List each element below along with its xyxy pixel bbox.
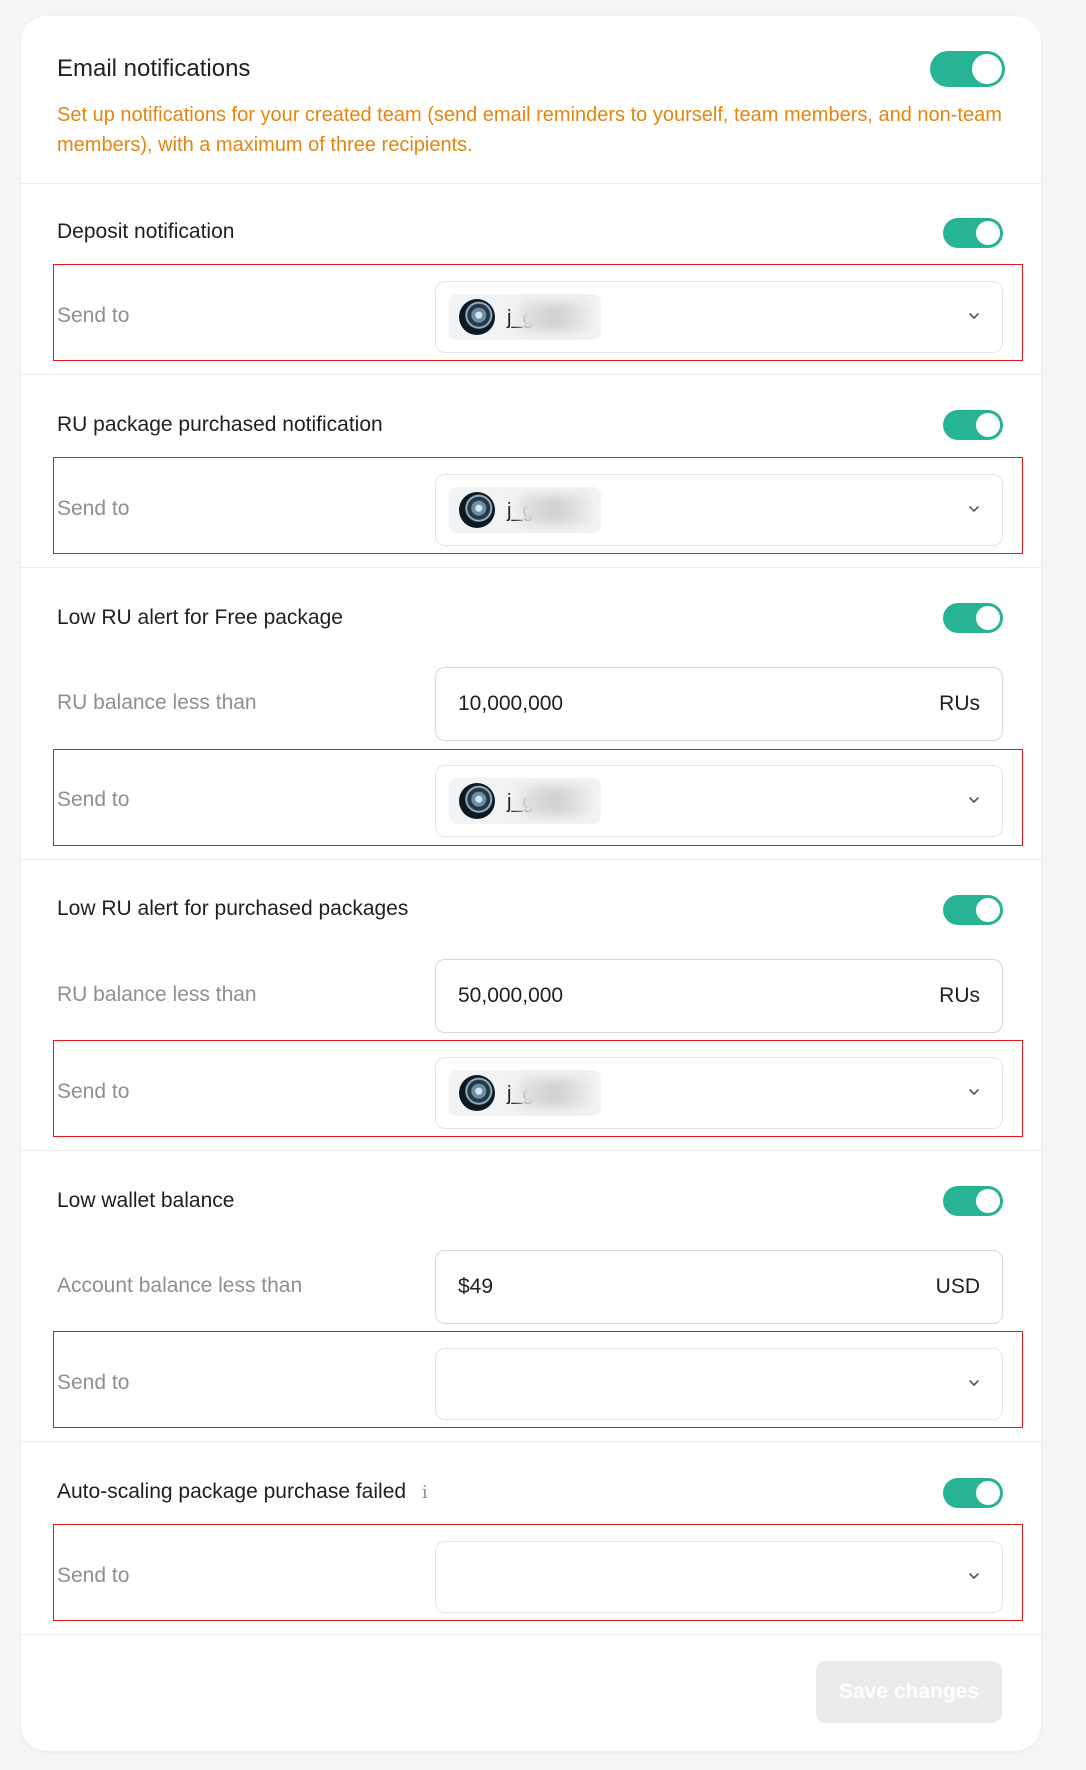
info-icon[interactable]: i [422,1482,428,1503]
deposit-recipient-select[interactable]: j_g [435,281,1003,353]
auto-scaling-failed-label: Auto-scaling package purchase failed [57,1480,407,1503]
unit-label: RUs [939,984,980,1007]
low-ru-free-toggle[interactable] [943,603,1003,633]
ru-package-purchased-toggle[interactable] [943,410,1003,440]
low-ru-free-recipient-select[interactable]: j_g [435,765,1003,837]
notifications-card: Email notifications Set up notifications… [21,16,1041,1751]
unit-label: USD [935,1275,980,1298]
divider [21,1150,1041,1151]
divider [21,859,1041,860]
send-to-label: Send to [57,1371,130,1394]
divider [21,567,1041,568]
low-wallet-balance-title: Low wallet balance [57,1189,235,1212]
email-notifications-toggle[interactable] [930,51,1005,87]
toggle-knob [976,221,1000,245]
low-ru-purchased-recipient-select[interactable]: j_g [435,1057,1003,1129]
send-to-label: Send to [57,304,130,327]
redacted-blur [519,1078,591,1108]
low-wallet-recipient-select[interactable] [435,1348,1003,1420]
send-to-label: Send to [57,497,130,520]
toggle-knob [976,898,1000,922]
recipient-chip: j_g [449,778,601,824]
ru-balance-label: RU balance less than [57,691,257,714]
deposit-notification-title: Deposit notification [57,220,235,243]
deposit-notification-toggle[interactable] [943,218,1003,248]
avatar [459,492,495,528]
ru-balance-value: 10,000,000 [458,692,564,715]
ru-package-purchased-title: RU package purchased notification [57,413,383,436]
ru-package-recipient-select[interactable]: j_g [435,474,1003,546]
chevron-down-icon [969,1380,979,1387]
account-balance-label: Account balance less than [57,1274,303,1297]
account-balance-input[interactable]: $49 USD [435,1250,1003,1324]
ru-balance-input[interactable]: 50,000,000 RUs [435,959,1003,1033]
toggle-knob [976,606,1000,630]
auto-scaling-recipient-select[interactable] [435,1541,1003,1613]
redacted-blur [519,302,591,332]
recipient-chip: j_g [449,294,601,340]
chevron-down-icon [969,1089,979,1096]
send-to-label: Send to [57,788,130,811]
toggle-knob [976,1189,1000,1213]
toggle-knob [976,413,1000,437]
avatar [459,1075,495,1111]
divider [21,374,1041,375]
email-notifications-title: Email notifications [57,55,251,82]
divider [21,1441,1041,1442]
ru-balance-value: 50,000,000 [458,984,564,1007]
chevron-down-icon [969,506,979,513]
avatar [459,783,495,819]
auto-scaling-failed-toggle[interactable] [943,1478,1003,1508]
recipient-chip: j_g [449,487,601,533]
ru-balance-input[interactable]: 10,000,000 RUs [435,667,1003,741]
unit-label: RUs [939,692,980,715]
chevron-down-icon [969,1573,979,1580]
low-wallet-balance-toggle[interactable] [943,1186,1003,1216]
ru-balance-label: RU balance less than [57,983,257,1006]
divider [21,183,1041,184]
avatar [459,299,495,335]
toggle-knob [976,1481,1000,1505]
send-to-label: Send to [57,1080,130,1103]
auto-scaling-failed-title: Auto-scaling package purchase failed i [57,1480,428,1504]
account-balance-value: $49 [458,1275,494,1298]
save-changes-button[interactable]: Save changes [816,1661,1002,1723]
chevron-down-icon [969,313,979,320]
toggle-knob [972,54,1002,84]
email-notifications-description: Set up notifications for your created te… [57,104,1002,156]
divider [21,1634,1041,1635]
low-ru-free-title: Low RU alert for Free package [57,606,343,629]
low-ru-purchased-toggle[interactable] [943,895,1003,925]
low-ru-purchased-title: Low RU alert for purchased packages [57,897,409,920]
redacted-blur [519,495,591,525]
chevron-down-icon [969,797,979,804]
redacted-blur [519,786,591,816]
recipient-chip: j_g [449,1070,601,1116]
send-to-label: Send to [57,1564,130,1587]
